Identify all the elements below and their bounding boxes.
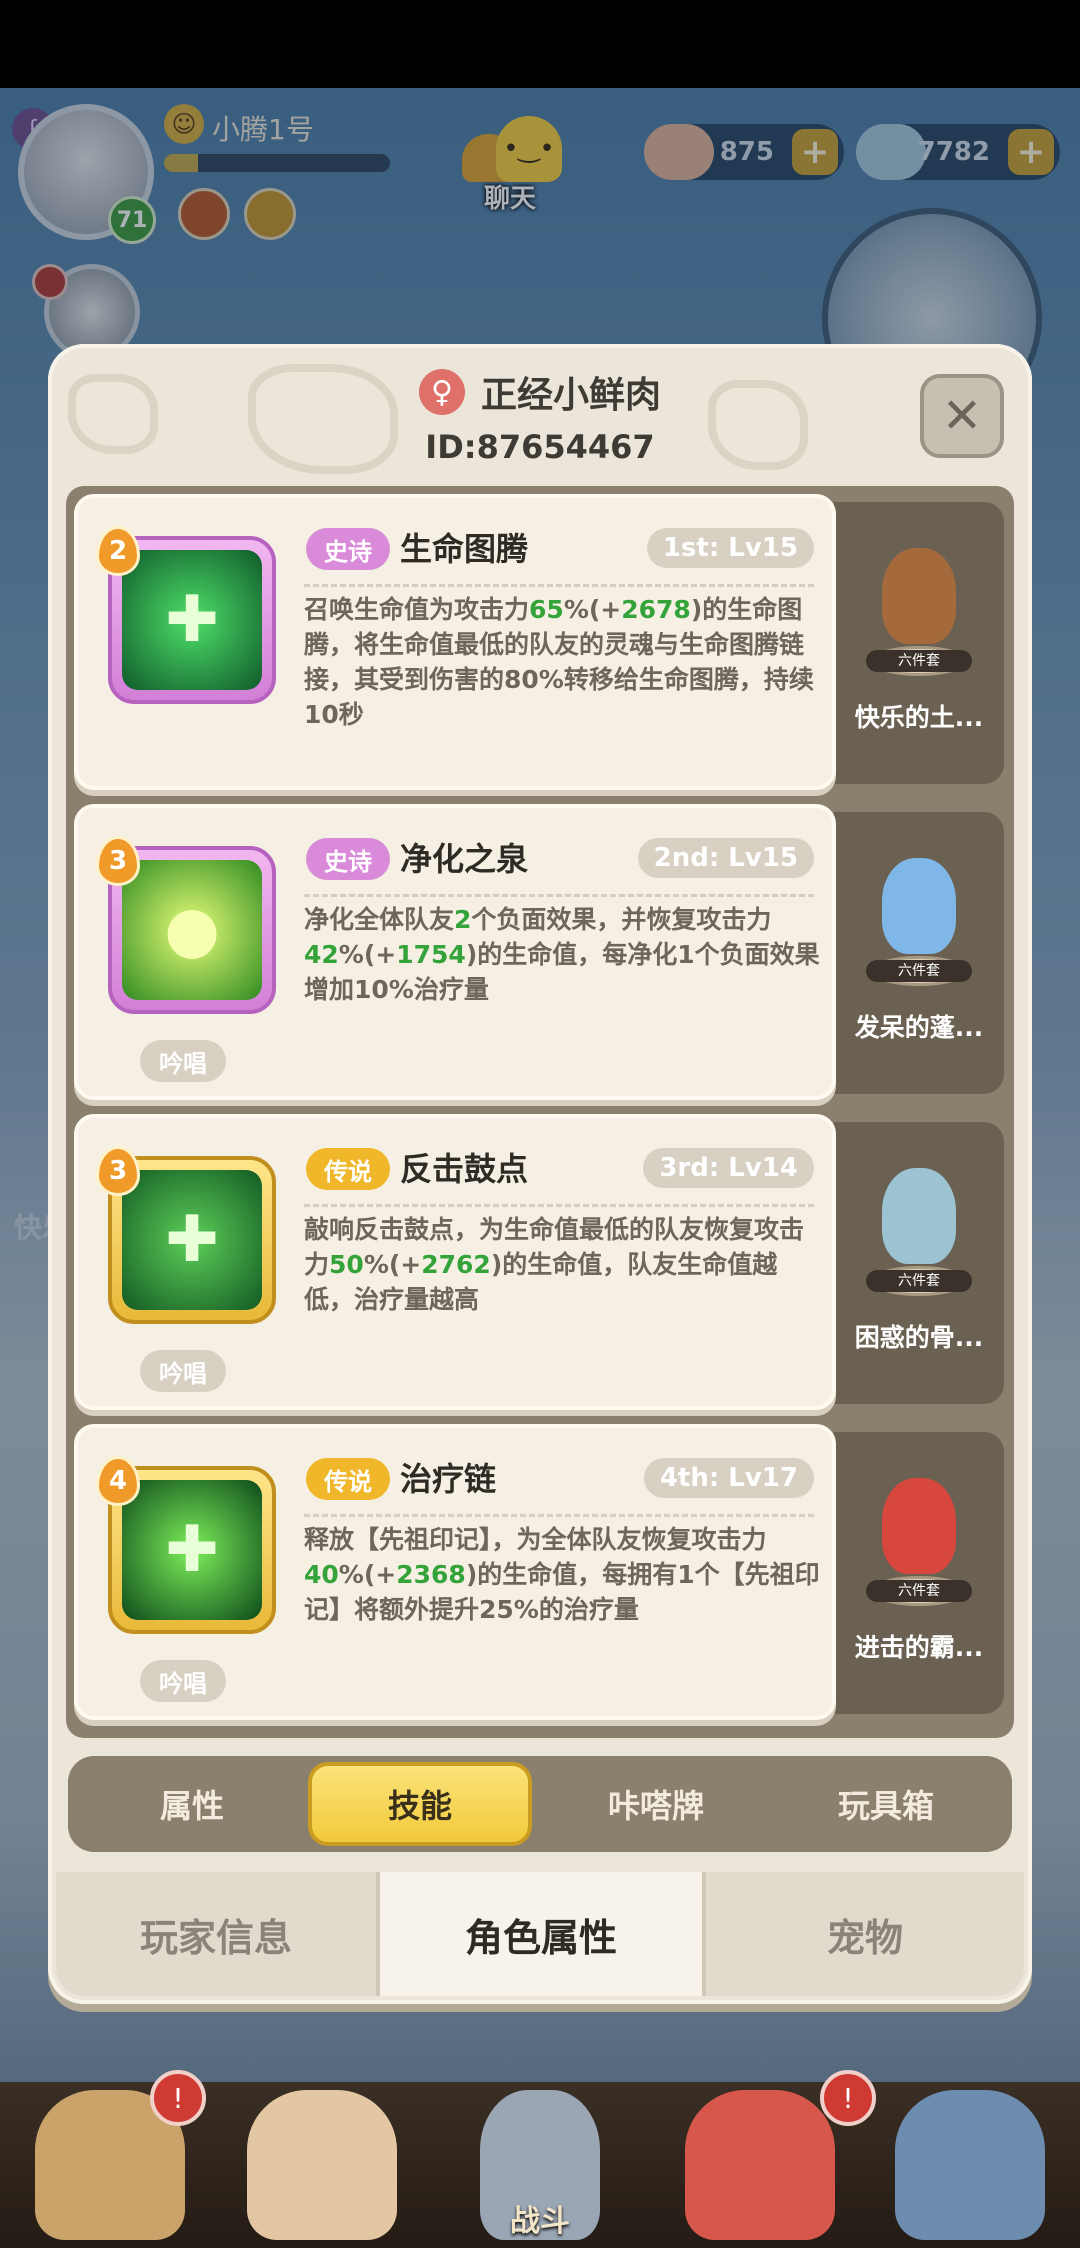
battle-label: 战斗 (510, 2204, 570, 2239)
bell-icon: ! (820, 2070, 876, 2126)
divider (304, 1514, 814, 1517)
tab-skills[interactable]: 技能 (308, 1762, 532, 1846)
divider (304, 894, 814, 897)
pet-name: 发呆的蓬... (854, 1013, 984, 1042)
skill-row-4: 六件套 进击的霸... ✚ 4 吟唱 传说 治疗链 4th: Lv17 释放【先… (74, 1424, 1004, 1720)
skills-panel: 六件套 快乐的土... ✚ 2 史诗 生命图腾 1st: Lv15 召唤生命值为… (66, 486, 1014, 1738)
skill-number-badge: 3 (96, 836, 140, 886)
divider (304, 1204, 814, 1207)
skill-row-3: 六件套 困惑的骨... ✚ 3 吟唱 传说 反击鼓点 3rd: Lv14 敲响反… (74, 1114, 1004, 1410)
pet-name: 困惑的骨... (854, 1323, 984, 1352)
chant-tag: 吟唱 (140, 1350, 226, 1392)
modal-header: ♀ 正经小鲜肉 ID:87654467 (48, 364, 1032, 466)
skill-description: 敲响反击鼓点，为生命值最低的队友恢复攻击力50%(+2762)的生命值，队友生命… (304, 1215, 805, 1314)
sub-tab-bar: 属性 技能 咔嗒牌 玩具箱 (68, 1756, 1012, 1852)
pet-card[interactable]: 六件套 进击的霸... (834, 1432, 1004, 1714)
nav-item-pet[interactable]: ! (660, 2070, 876, 2248)
skill-card[interactable]: ✚ 3 吟唱 传说 反击鼓点 3rd: Lv14 敲响反击鼓点，为生命值最低的队… (74, 1114, 836, 1410)
set-tag: 六件套 (866, 650, 972, 672)
bell-icon: ! (150, 2070, 206, 2126)
rarity-badge: 史诗 (306, 528, 390, 570)
skill-number-badge: 4 (96, 1456, 140, 1506)
nav-item-character-1[interactable]: ! (10, 2070, 210, 2248)
player-info-modal: ♀ 正经小鲜肉 ID:87654467 ✕ 六件套 快乐的土... ✚ 2 史诗 (48, 344, 1032, 2004)
nav-item-character-2[interactable] (222, 2082, 422, 2248)
skill-description: 召唤生命值为攻击力65%(+2678)的生命图腾，将生命值最低的队友的灵魂与生命… (304, 595, 814, 729)
slot-level: 4th: Lv17 (643, 1458, 814, 1498)
set-tag: 六件套 (866, 960, 972, 982)
skill-number-badge: 2 (96, 526, 140, 576)
rarity-badge: 传说 (306, 1458, 390, 1500)
tab-player-info[interactable]: 玩家信息 (56, 1872, 376, 1996)
main-tab-bar: 玩家信息 角色属性 宠物 (56, 1872, 1024, 1996)
set-tag: 六件套 (866, 1580, 972, 1602)
skill-name: 净化之泉 (400, 840, 529, 878)
nav-item-shop[interactable] (870, 2082, 1070, 2248)
skill-description: 释放【先祖印记】，为全体队友恢复攻击力40%(+2368)的生命值，每拥有1个【… (304, 1525, 820, 1624)
life-totem-icon: ✚ (122, 550, 262, 690)
status-bar (0, 0, 1080, 88)
tab-attributes[interactable]: 属性 (80, 1762, 304, 1846)
tab-toybox[interactable]: 玩具箱 (774, 1762, 998, 1846)
purify-spring-icon: ● (122, 860, 262, 1000)
female-gender-icon: ♀ (418, 369, 465, 415)
modal-player-name: 正经小鲜肉 (480, 375, 661, 416)
tab-character-attributes[interactable]: 角色属性 (376, 1872, 706, 1996)
skill-card[interactable]: ✚ 2 史诗 生命图腾 1st: Lv15 召唤生命值为攻击力65%(+2678… (74, 494, 836, 790)
slot-level: 3rd: Lv14 (643, 1148, 814, 1188)
counter-drum-icon: ✚ (122, 1170, 262, 1310)
slot-level: 1st: Lv15 (646, 528, 814, 568)
skill-card[interactable]: ● 3 吟唱 史诗 净化之泉 2nd: Lv15 净化全体队友2个负面效果，并恢… (74, 804, 836, 1100)
rarity-badge: 史诗 (306, 838, 390, 880)
nav-item-battle[interactable]: 战斗 (440, 2082, 640, 2248)
divider (304, 584, 814, 587)
skill-name: 生命图腾 (400, 530, 529, 568)
tab-pets[interactable]: 宠物 (706, 1872, 1024, 1996)
pet-name: 进击的霸... (854, 1633, 984, 1662)
skill-name: 反击鼓点 (400, 1150, 529, 1188)
skill-row-2: 六件套 发呆的蓬... ● 3 吟唱 史诗 净化之泉 2nd: Lv15 净化全… (74, 804, 1004, 1100)
rarity-badge: 传说 (306, 1148, 390, 1190)
skill-row-1: 六件套 快乐的土... ✚ 2 史诗 生命图腾 1st: Lv15 召唤生命值为… (74, 494, 1004, 790)
skill-card[interactable]: ✚ 4 吟唱 传说 治疗链 4th: Lv17 释放【先祖印记】，为全体队友恢复… (74, 1424, 836, 1720)
skill-name: 治疗链 (400, 1460, 497, 1498)
skill-description: 净化全体队友2个负面效果，并恢复攻击力42%(+1754)的生命值，每净化1个负… (304, 905, 820, 1004)
chant-tag: 吟唱 (140, 1660, 226, 1702)
slot-level: 2nd: Lv15 (637, 838, 814, 878)
chant-tag: 吟唱 (140, 1040, 226, 1082)
pet-card[interactable]: 六件套 困惑的骨... (834, 1122, 1004, 1404)
skill-number-badge: 3 (96, 1146, 140, 1196)
pet-card[interactable]: 六件套 发呆的蓬... (834, 812, 1004, 1094)
tab-cards[interactable]: 咔嗒牌 (544, 1762, 768, 1846)
game-bottom-nav: ! 战斗 ! (0, 2070, 1080, 2248)
modal-player-id: ID:87654467 (425, 428, 655, 466)
pet-card[interactable]: 六件套 快乐的土... (834, 502, 1004, 784)
pet-name: 快乐的土... (854, 703, 984, 732)
close-button[interactable]: ✕ (920, 374, 1004, 458)
set-tag: 六件套 (866, 1270, 972, 1292)
healing-chain-icon: ✚ (122, 1480, 262, 1620)
